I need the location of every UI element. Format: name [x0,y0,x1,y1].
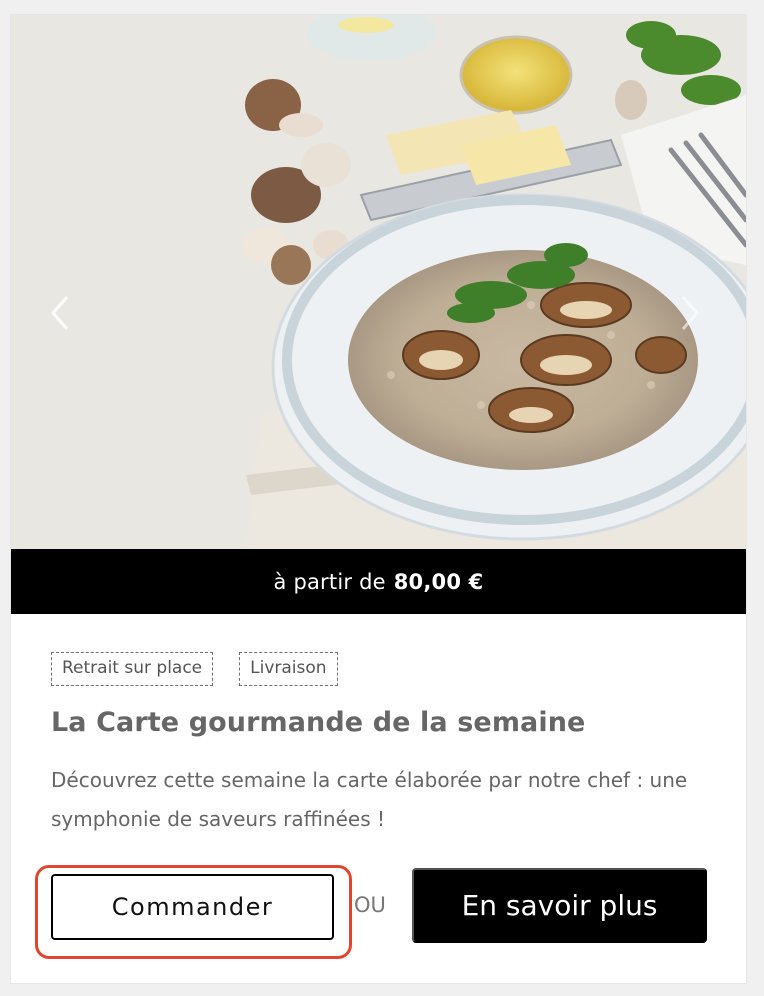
delivery-tags: Retrait sur place Livraison [51,652,338,686]
tag-delivery: Livraison [239,652,338,686]
product-title: La Carte gourmande de la semaine [51,707,586,738]
carousel-prev-button[interactable] [49,295,79,335]
carousel-next-button[interactable] [679,295,709,335]
price-prefix: à partir de [273,569,386,594]
product-image-carousel [11,15,746,549]
chevron-left-icon [51,296,69,330]
risotto-photo [11,15,746,549]
product-description: Découvrez cette semaine la carte élaboré… [51,768,688,831]
price-banner: à partir de 80,00 € [11,549,746,614]
learn-more-button[interactable]: En savoir plus [412,868,707,943]
chevron-right-icon [681,296,699,330]
order-button[interactable]: Commander [51,874,334,940]
price-amount: 80,00 € [393,569,484,594]
product-card: à partir de 80,00 € Retrait sur place Li… [10,14,747,984]
tag-pickup: Retrait sur place [51,652,214,686]
card-actions: Commander OU En savoir plus [11,865,746,959]
actions-separator: OU [354,893,386,917]
